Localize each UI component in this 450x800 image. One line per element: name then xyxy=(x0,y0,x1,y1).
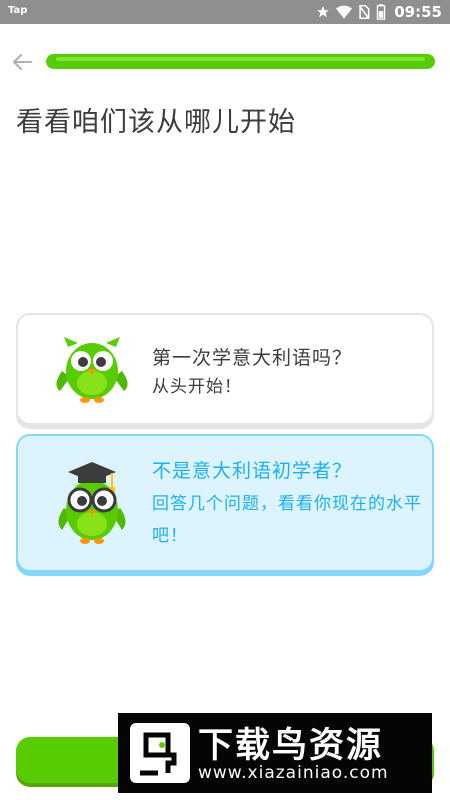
option-placement[interactable]: 不是意大利语初学者？ 回答几个问题，看看你现在的水平吧！ xyxy=(16,434,434,572)
star-icon xyxy=(317,6,330,18)
watermark-url: www.xiazainiao.com xyxy=(198,763,389,783)
page-title: 看看咱们该从哪儿开始 xyxy=(16,107,296,138)
option-placement-title: 不是意大利语初学者？ xyxy=(152,460,353,482)
option-beginner[interactable]: 第一次学意大利语吗？ 从头开始！ xyxy=(16,313,434,425)
arrow-left-icon xyxy=(13,54,32,70)
option-placement-subtitle: 回答几个问题，看看你现在的水平吧！ xyxy=(152,494,422,546)
progress-shine xyxy=(56,57,425,61)
status-icons: 09:55 xyxy=(316,2,442,22)
option-beginner-subtitle: 从头开始！ xyxy=(152,377,242,397)
watermark-banner: 下载鸟资源 www.xiazainiao.com xyxy=(118,713,432,793)
back-button[interactable] xyxy=(10,50,34,74)
status-time: 09:55 xyxy=(394,3,442,21)
status-bar: Tap 09:55 xyxy=(0,0,450,24)
bird-logo-icon xyxy=(130,723,190,783)
battery-icon xyxy=(377,4,386,20)
no-sim-icon xyxy=(358,5,370,19)
option-beginner-title: 第一次学意大利语吗？ xyxy=(152,347,353,369)
owl-icon xyxy=(56,337,128,403)
watermark-title: 下载鸟资源 xyxy=(198,726,384,766)
wifi-icon xyxy=(336,5,353,19)
graduate-owl-icon xyxy=(58,462,126,544)
progress-bar xyxy=(46,54,435,69)
status-app-label: Tap xyxy=(8,5,28,16)
progress-fill xyxy=(46,54,435,69)
